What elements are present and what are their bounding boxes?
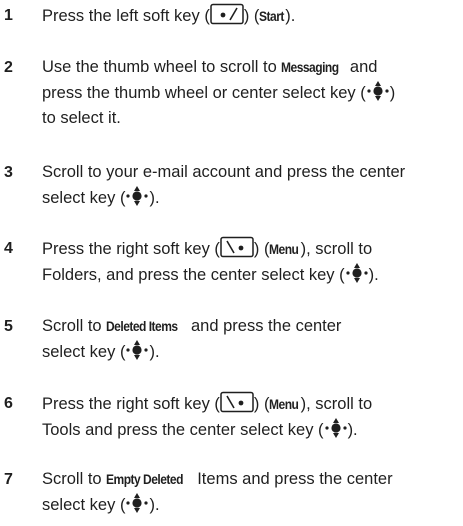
step-number: 5: [4, 318, 13, 335]
step-number: 3: [4, 164, 13, 181]
center-select-key-icon: [125, 185, 149, 207]
deleted-items-label: Deleted Items: [106, 318, 178, 334]
step-text: Scroll to Empty Deleted Items and press …: [42, 467, 457, 518]
center-select-key-icon: [345, 262, 369, 284]
step-number: 1: [4, 7, 13, 24]
left-soft-key-icon: [210, 3, 244, 25]
step-text: Scroll to Deleted Items and press the ce…: [42, 314, 457, 365]
menu-label: Menu: [269, 396, 299, 412]
step-number: 7: [4, 471, 13, 488]
step-text: Scroll to your e-mail account and press …: [42, 163, 406, 207]
right-soft-key-icon: [220, 391, 254, 413]
center-select-key-icon: [125, 339, 149, 361]
step-number: 4: [4, 240, 13, 257]
empty-deleted-label: Empty Deleted: [106, 471, 184, 487]
center-select-key-icon: [125, 492, 149, 514]
step-text: Press the right soft key () (Menu), scro…: [42, 391, 457, 443]
step-number: 2: [4, 59, 13, 76]
center-select-key-icon: [324, 417, 348, 439]
step-text: Press the right soft key () (Menu), scro…: [42, 236, 457, 288]
start-label: Start: [259, 8, 285, 24]
messaging-label: Messaging: [281, 59, 339, 75]
step-text: Press the left soft key () (Start).: [42, 3, 457, 29]
menu-label: Menu: [269, 241, 299, 257]
center-select-key-icon: [366, 80, 390, 102]
step-text: Use the thumb wheel to scroll to Messagi…: [42, 55, 457, 131]
right-soft-key-icon: [220, 236, 254, 258]
step-number: 6: [4, 395, 13, 412]
